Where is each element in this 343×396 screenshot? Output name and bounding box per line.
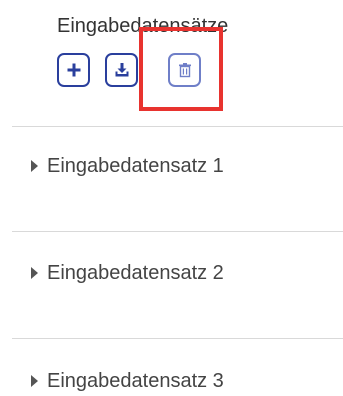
caret-right-icon xyxy=(31,375,38,387)
download-dataset-button[interactable] xyxy=(105,53,138,87)
list-item-label: Eingabedatensatz 3 xyxy=(47,369,224,392)
caret-right-icon xyxy=(31,160,38,172)
plus-icon xyxy=(66,62,82,78)
divider xyxy=(12,231,343,232)
list-item-label: Eingabedatensatz 1 xyxy=(47,154,224,177)
list-item-label: Eingabedatensatz 2 xyxy=(47,261,224,284)
divider xyxy=(12,338,343,339)
trash-icon xyxy=(178,62,192,78)
list-item-dataset-2[interactable]: Eingabedatensatz 2 xyxy=(31,259,224,287)
section-title: Eingabedatensätze xyxy=(57,15,229,37)
add-dataset-button[interactable] xyxy=(57,53,90,87)
download-icon xyxy=(114,62,130,78)
caret-right-icon xyxy=(31,267,38,279)
list-item-dataset-3[interactable]: Eingabedatensatz 3 xyxy=(31,367,224,395)
datasets-header: Eingabedatensätze xyxy=(57,12,228,40)
list-item-dataset-1[interactable]: Eingabedatensatz 1 xyxy=(31,152,224,180)
divider xyxy=(12,126,343,127)
delete-dataset-button[interactable] xyxy=(168,53,201,87)
